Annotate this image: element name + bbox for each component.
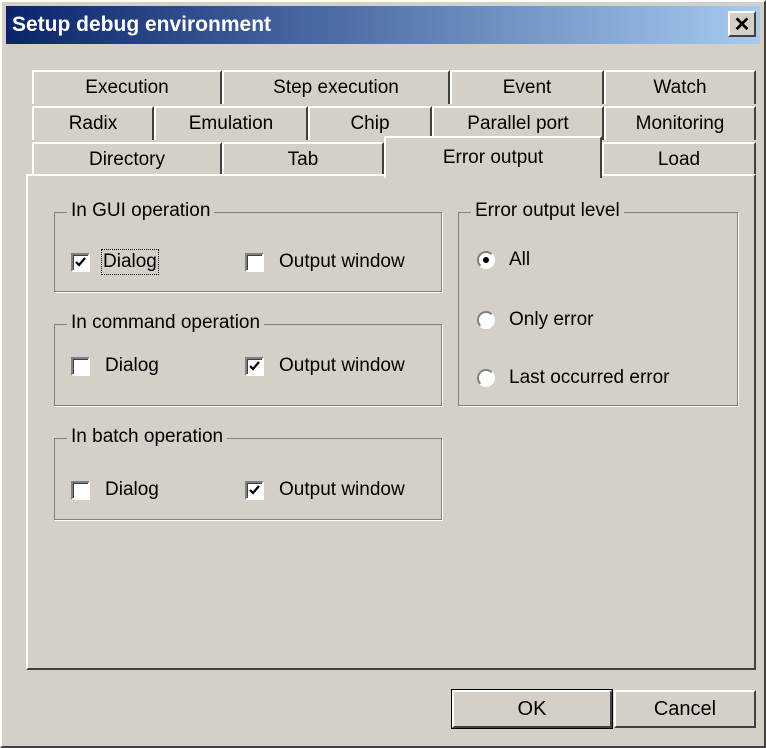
tab-monitoring[interactable]: Monitoring: [604, 106, 756, 140]
tab-error-output[interactable]: Error output: [384, 136, 602, 178]
batch-operation-title: In batch operation: [67, 426, 228, 448]
level-last-occurred-radio[interactable]: [477, 369, 495, 387]
gui-dialog-checkbox[interactable]: [71, 253, 90, 272]
check-icon: [249, 485, 260, 495]
command-output-window-label[interactable]: Output window: [279, 355, 405, 377]
tab-panel: In GUI operation Dialog Output window In…: [26, 174, 756, 670]
error-output-level-group: Error output level All Only error Last o…: [458, 200, 738, 406]
level-all-label[interactable]: All: [509, 249, 530, 271]
batch-dialog-checkbox[interactable]: [71, 481, 90, 500]
batch-dialog-label[interactable]: Dialog: [105, 479, 159, 501]
command-dialog-checkbox[interactable]: [71, 357, 90, 376]
gui-output-window-checkbox[interactable]: [245, 253, 264, 272]
gui-dialog-label[interactable]: Dialog: [101, 249, 159, 275]
command-operation-group: In command operation Dialog Output windo…: [54, 312, 442, 406]
close-icon: ✕: [733, 13, 751, 36]
command-operation-title: In command operation: [67, 312, 265, 334]
tab-load[interactable]: Load: [602, 142, 756, 176]
tab-parallel-port[interactable]: Parallel port: [432, 106, 604, 140]
tab-tab[interactable]: Tab: [222, 142, 384, 176]
level-last-occurred-label[interactable]: Last occurred error: [509, 367, 670, 389]
tab-radix[interactable]: Radix: [32, 106, 154, 140]
tab-emulation[interactable]: Emulation: [154, 106, 308, 140]
tab-watch[interactable]: Watch: [604, 70, 756, 104]
gui-operation-group: In GUI operation Dialog Output window: [54, 200, 442, 292]
check-icon: [249, 361, 260, 371]
command-dialog-label[interactable]: Dialog: [105, 355, 159, 377]
error-output-level-title: Error output level: [471, 200, 624, 222]
gui-operation-title: In GUI operation: [67, 200, 215, 222]
command-output-window-checkbox[interactable]: [245, 357, 264, 376]
gui-output-window-label[interactable]: Output window: [279, 251, 405, 273]
ok-button[interactable]: OK: [451, 689, 613, 729]
tab-directory[interactable]: Directory: [32, 142, 222, 176]
tab-step-execution[interactable]: Step execution: [222, 70, 450, 104]
batch-operation-group: In batch operation Dialog Output window: [54, 426, 442, 520]
setup-debug-dialog: Setup debug environment ✕ Execution Step…: [0, 0, 766, 748]
level-only-error-radio[interactable]: [477, 311, 495, 329]
tab-event[interactable]: Event: [450, 70, 604, 104]
cancel-button[interactable]: Cancel: [614, 690, 756, 728]
tab-execution[interactable]: Execution: [32, 70, 222, 104]
level-only-error-label[interactable]: Only error: [509, 309, 593, 331]
batch-output-window-label[interactable]: Output window: [279, 479, 405, 501]
check-icon: [75, 257, 86, 267]
level-all-radio[interactable]: [477, 251, 495, 269]
radio-selected-dot: [483, 257, 489, 263]
close-button[interactable]: ✕: [728, 11, 756, 37]
title-bar: Setup debug environment ✕: [6, 6, 760, 44]
batch-output-window-checkbox[interactable]: [245, 481, 264, 500]
window-title: Setup debug environment: [12, 13, 272, 36]
tab-chip[interactable]: Chip: [308, 106, 432, 140]
